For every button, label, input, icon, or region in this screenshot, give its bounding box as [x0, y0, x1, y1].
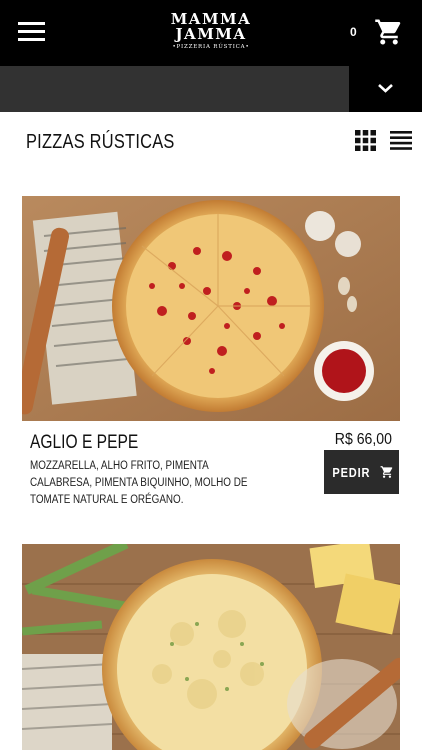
hamburger-icon[interactable] [18, 22, 45, 42]
order-button[interactable]: PEDIR [324, 450, 399, 494]
top-bar: MAMMA JAMMA •PIZZERIA RÚSTICA• 0 [0, 0, 422, 66]
section-title: PIZZAS RÚSTICAS [26, 131, 175, 153]
category-dropdown-button[interactable] [349, 66, 422, 112]
product-name[interactable]: AGLIO E PEPE [30, 432, 138, 454]
list-view-icon[interactable] [390, 131, 412, 150]
order-button-label: PEDIR [332, 464, 371, 480]
cart-icon [380, 466, 393, 478]
product-description: MOZZARELLA, ALHO FRITO, PIMENTA CALABRES… [30, 460, 248, 506]
grid-view-icon[interactable] [355, 130, 376, 151]
product-image[interactable] [22, 544, 400, 750]
logo-line-2: JAMMA [175, 25, 247, 43]
chevron-down-icon [378, 84, 393, 93]
product-image[interactable] [22, 196, 400, 421]
logo-subtitle: •PIZZERIA RÚSTICA• [172, 44, 250, 50]
cart-icon[interactable] [373, 17, 405, 47]
cart-count: 0 [350, 25, 357, 39]
product-price: R$ 66,00 [334, 431, 392, 448]
logo[interactable]: MAMMA JAMMA •PIZZERIA RÚSTICA• [160, 12, 262, 51]
